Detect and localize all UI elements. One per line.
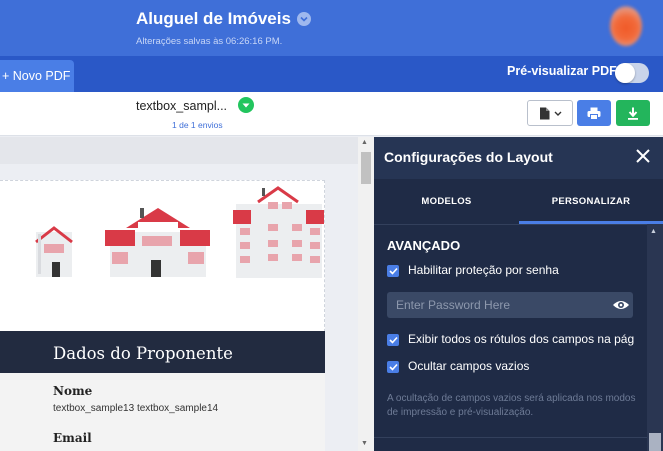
download-button[interactable] (616, 100, 650, 126)
scroll-up-arrow-icon[interactable]: ▲ (361, 139, 368, 146)
hide-empty-fields-checkbox[interactable] (387, 361, 399, 373)
toggle-knob (615, 63, 635, 83)
top-bar (0, 0, 663, 56)
house-medium (105, 208, 210, 277)
submission-count[interactable]: 1 de 1 envios (172, 120, 223, 130)
canvas-top-strip (0, 137, 358, 164)
document-icon (539, 107, 549, 119)
chevron-down-icon (554, 111, 561, 116)
form-title-group[interactable]: Aluguel de Imóveis (136, 9, 311, 29)
tab-modelos[interactable]: MODELOS (374, 179, 519, 223)
avatar[interactable] (610, 6, 642, 46)
checkbox-checked-icon (388, 336, 398, 344)
advanced-section-title: AVANÇADO (387, 238, 461, 253)
checkbox-checked-icon (388, 363, 398, 371)
panel-title: Configurações do Layout (384, 149, 553, 165)
show-field-labels-checkbox[interactable] (387, 334, 399, 346)
tab-personalizar[interactable]: PERSONALIZAR (519, 179, 663, 223)
password-protection-checkbox[interactable] (387, 265, 399, 277)
hide-empty-fields-hint: A ocultação de campos vazios será aplica… (387, 393, 636, 418)
form-title[interactable]: Aluguel de Imóveis (136, 9, 291, 29)
password-protection-label[interactable]: Habilitar proteção por senha (408, 263, 559, 277)
document-options-button[interactable] (527, 100, 573, 126)
show-field-labels-label[interactable]: Exibir todos os rótulos dos campos na pá… (408, 332, 634, 346)
panel-divider (374, 437, 663, 438)
password-input[interactable]: Enter Password Here (387, 292, 633, 318)
printer-icon (587, 107, 601, 120)
close-icon[interactable] (634, 147, 652, 165)
check-circle-icon[interactable] (238, 97, 254, 113)
hide-empty-fields-label[interactable]: Ocultar campos vazios (408, 359, 529, 373)
download-icon (628, 107, 638, 120)
scroll-up-arrow-icon[interactable]: ▲ (650, 228, 657, 235)
preview-pdf-toggle[interactable] (615, 63, 649, 83)
print-button[interactable] (577, 100, 611, 126)
checkbox-checked-icon (388, 267, 398, 275)
chevron-down-icon[interactable] (296, 12, 311, 26)
building-tall (233, 186, 324, 278)
panel-scrollbar-thumb[interactable] (649, 433, 661, 451)
save-status: Alterações salvas às 06:26:16 PM. (136, 36, 283, 47)
new-pdf-button[interactable]: + Novo PDF (0, 60, 74, 92)
field-value-nome: textbox_sample13 textbox_sample14 (53, 403, 219, 414)
document-name[interactable]: textbox_sampl... (136, 99, 227, 113)
preview-pdf-label: Pré-visualizar PDF (507, 64, 617, 78)
scroll-down-arrow-icon[interactable]: ▼ (361, 440, 368, 447)
houses-illustration (35, 186, 324, 278)
tab-divider (374, 224, 663, 225)
canvas-scrollbar[interactable] (358, 137, 374, 451)
panel-scrollbar[interactable] (647, 224, 663, 451)
house-small (35, 226, 73, 277)
section-title: Dados do Proponente (53, 344, 233, 363)
canvas-scrollbar-thumb[interactable] (361, 152, 371, 184)
field-label-nome: Nome (53, 384, 93, 398)
field-label-email: Email (53, 431, 92, 445)
eye-icon[interactable] (612, 298, 630, 312)
